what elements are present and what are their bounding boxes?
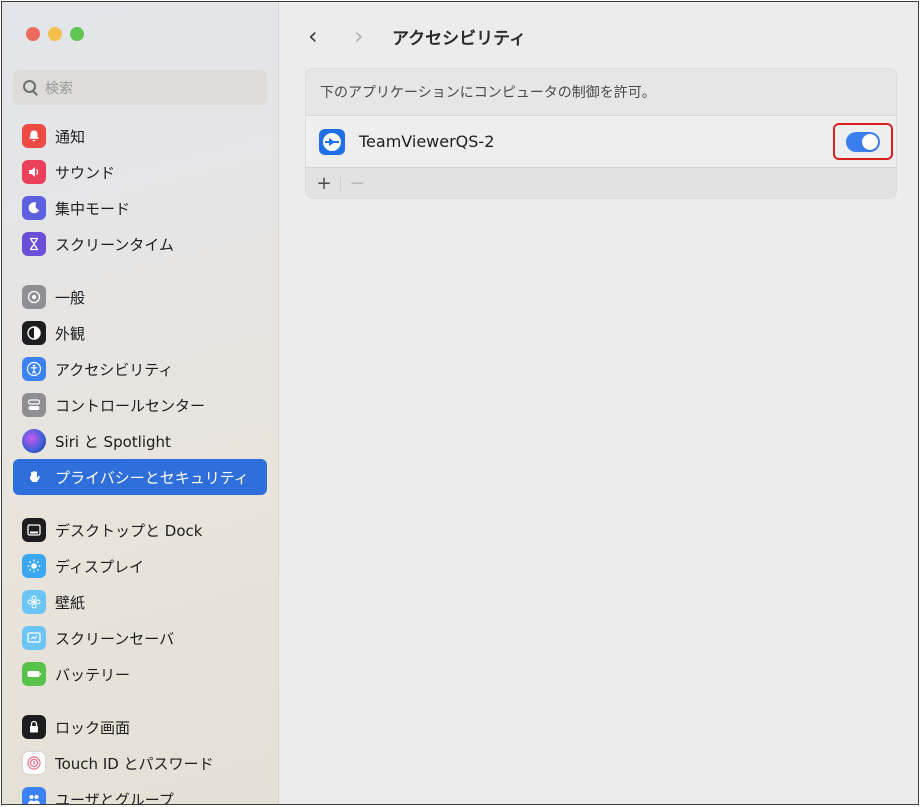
sidebar-item-label: 集中モード: [55, 199, 131, 218]
hand-icon: [22, 465, 46, 489]
sidebar-item-label: バッテリー: [55, 665, 131, 684]
settings-window: 検索 通知 サウンド 集中モード スクリーンタイム 一般 外観 アクセシビリティ…: [1, 1, 919, 805]
toggle-knob: [862, 133, 878, 150]
sidebar-item-displays[interactable]: ディスプレイ: [13, 548, 267, 584]
sidebar-item-label: 通知: [55, 127, 86, 146]
appearance-icon: [22, 321, 46, 345]
sidebar-item-accessibility[interactable]: アクセシビリティ: [13, 351, 267, 387]
search-input[interactable]: 検索: [13, 70, 267, 105]
sidebar-item-label: ロック画面: [55, 718, 131, 737]
sidebar: 検索 通知 サウンド 集中モード スクリーンタイム 一般 外観 アクセシビリティ…: [2, 2, 279, 805]
sidebar-item-label: スクリーンタイム: [55, 235, 174, 254]
sidebar-item-users-groups[interactable]: ユーザとグループ: [13, 781, 267, 805]
remove-app-button[interactable]: −: [348, 173, 366, 194]
speaker-icon: [22, 160, 46, 184]
flower-icon: [22, 590, 46, 614]
accessibility-icon: [22, 357, 46, 381]
sidebar-group-2: 一般 外観 アクセシビリティ コントロールセンター Siri と Spotlig…: [13, 279, 267, 495]
sidebar-item-label: アクセシビリティ: [55, 360, 174, 379]
sidebar-nav: 通知 サウンド 集中モード スクリーンタイム 一般 外観 アクセシビリティ コン…: [13, 118, 267, 805]
search-icon: [23, 80, 38, 95]
sidebar-item-screensaver[interactable]: スクリーンセーバ: [13, 620, 267, 656]
app-name: TeamViewerQS-2: [359, 132, 495, 151]
dock-icon: [22, 518, 46, 542]
lock-icon: [22, 715, 46, 739]
sidebar-item-general[interactable]: 一般: [13, 279, 267, 315]
teamviewer-icon: [319, 128, 345, 155]
search-placeholder: 検索: [45, 80, 73, 97]
sidebar-item-label: サウンド: [55, 163, 116, 182]
moon-icon: [22, 196, 46, 220]
sidebar-item-battery[interactable]: バッテリー: [13, 656, 267, 692]
sidebar-item-label: スクリーンセーバ: [55, 629, 175, 648]
footer-divider: [340, 175, 341, 191]
siri-icon: [22, 429, 46, 453]
close-window-button[interactable]: [26, 27, 40, 41]
sidebar-item-control-center[interactable]: コントロールセンター: [13, 387, 267, 423]
sidebar-item-label: ユーザとグループ: [55, 790, 174, 805]
sidebar-item-label: 壁紙: [55, 593, 86, 612]
sidebar-item-appearance[interactable]: 外観: [13, 315, 267, 351]
fingerprint-icon: [22, 751, 46, 775]
sidebar-item-label: デスクトップと Dock: [55, 521, 203, 540]
sidebar-item-notifications[interactable]: 通知: [13, 118, 267, 154]
sun-icon: [22, 554, 46, 578]
panel-description: 下のアプリケーションにコンピュータの制御を許可。: [306, 69, 896, 116]
forward-button[interactable]: ›: [354, 22, 364, 50]
sidebar-item-siri-spotlight[interactable]: Siri と Spotlight: [13, 423, 267, 459]
hourglass-icon: [22, 232, 46, 256]
sidebar-item-sound[interactable]: サウンド: [13, 154, 267, 190]
sidebar-group-4: ロック画面 Touch ID とパスワード ユーザとグループ: [13, 709, 267, 805]
screensaver-icon: [22, 626, 46, 650]
sidebar-item-touch-id[interactable]: Touch ID とパスワード: [13, 745, 267, 781]
bell-icon: [22, 124, 46, 148]
back-button[interactable]: ‹: [308, 22, 318, 50]
app-permission-panel: 下のアプリケーションにコンピュータの制御を許可。 TeamViewerQS-2 …: [305, 68, 897, 199]
sidebar-item-label: ディスプレイ: [55, 557, 144, 576]
sidebar-item-wallpaper[interactable]: 壁紙: [13, 584, 267, 620]
add-app-button[interactable]: +: [315, 173, 333, 194]
battery-icon: [22, 662, 46, 686]
sidebar-group-3: デスクトップと Dock ディスプレイ 壁紙 スクリーンセーバ バッテリー: [13, 512, 267, 692]
sidebar-item-desktop-dock[interactable]: デスクトップと Dock: [13, 512, 267, 548]
control-center-icon: [22, 393, 46, 417]
sidebar-item-lock-screen[interactable]: ロック画面: [13, 709, 267, 745]
sidebar-item-focus[interactable]: 集中モード: [13, 190, 267, 226]
app-row-teamviewer: TeamViewerQS-2: [306, 116, 896, 168]
sidebar-item-label: 外観: [55, 324, 86, 343]
sidebar-item-screen-time[interactable]: スクリーンタイム: [13, 226, 267, 262]
gear-icon: [22, 285, 46, 309]
sidebar-item-label: Siri と Spotlight: [55, 432, 171, 451]
sidebar-group-1: 通知 サウンド 集中モード スクリーンタイム: [13, 118, 267, 262]
sidebar-item-label: Touch ID とパスワード: [55, 754, 214, 773]
zoom-window-button[interactable]: [70, 27, 84, 41]
panel-footer: + −: [306, 168, 896, 198]
minimize-window-button[interactable]: [48, 27, 62, 41]
sidebar-item-label: プライバシーとセキュリティ: [55, 468, 249, 487]
sidebar-item-privacy-security[interactable]: プライバシーとセキュリティ: [13, 459, 267, 495]
toggle-highlight-box: [833, 123, 893, 160]
sidebar-item-label: コントロールセンター: [55, 396, 206, 415]
main-content: ‹ › アクセシビリティ 下のアプリケーションにコンピュータの制御を許可。 Te…: [280, 2, 918, 804]
app-permission-toggle[interactable]: [846, 131, 880, 152]
users-icon: [22, 787, 46, 804]
sidebar-item-label: 一般: [55, 288, 86, 307]
page-title: アクセシビリティ: [392, 29, 527, 49]
window-controls: [26, 27, 84, 41]
